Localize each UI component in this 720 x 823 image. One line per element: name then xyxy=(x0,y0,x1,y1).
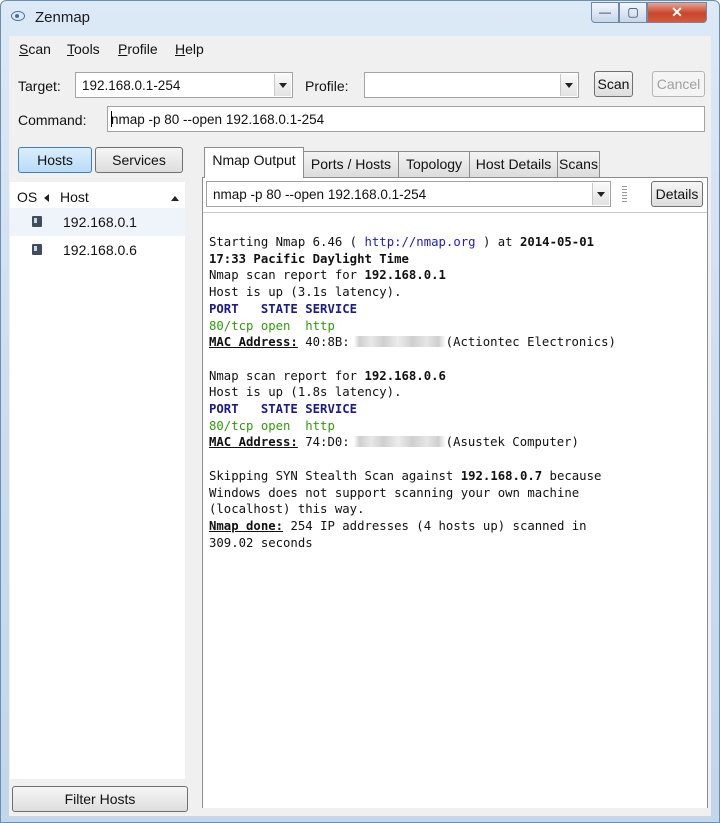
column-os[interactable]: OS xyxy=(17,189,37,205)
command-label: Command: xyxy=(18,112,87,128)
chevron-left-icon xyxy=(44,194,49,202)
eye-icon xyxy=(11,11,25,21)
tab-scans[interactable]: Scans xyxy=(557,151,600,177)
results-notebook: Nmap Output Ports / Hosts Topology Host … xyxy=(202,147,708,809)
host-list: OS Host 192.168.0.1 192.168.0.6 xyxy=(10,182,185,779)
services-toggle-button[interactable]: Services xyxy=(95,147,183,173)
tab-nmap-output[interactable]: Nmap Output xyxy=(204,147,304,178)
host-row[interactable]: 192.168.0.6 xyxy=(10,236,185,264)
scan-select[interactable]: nmap -p 80 --open 192.168.0.1-254 xyxy=(206,181,611,207)
cancel-button[interactable]: Cancel xyxy=(652,71,705,97)
grip-handle-icon[interactable] xyxy=(622,186,627,203)
title-bar[interactable]: Zenmap — ▢ ✕ xyxy=(1,1,719,35)
host-ip: 192.168.0.6 xyxy=(63,242,137,258)
close-button[interactable]: ✕ xyxy=(647,2,707,23)
tab-topology[interactable]: Topology xyxy=(398,151,470,177)
nmap-link[interactable]: http://nmap.org xyxy=(364,235,475,249)
host-list-header: OS Host xyxy=(10,186,185,208)
output-body: Starting Nmap 6.46 ( http://nmap.org ) a… xyxy=(209,235,616,550)
menu-tools[interactable]: Tools xyxy=(67,41,100,57)
menu-help[interactable]: Help xyxy=(175,41,204,57)
window-title: Zenmap xyxy=(35,9,91,26)
tab-ports-hosts[interactable]: Ports / Hosts xyxy=(303,151,399,177)
redacted-mac xyxy=(349,336,446,348)
maximize-button[interactable]: ▢ xyxy=(619,2,647,23)
client-area: Scan Tools Profile Help Target: 192.168.… xyxy=(9,36,711,816)
tab-host-details[interactable]: Host Details xyxy=(469,151,558,177)
column-host[interactable]: Host xyxy=(60,189,89,205)
host-ip: 192.168.0.1 xyxy=(63,214,137,230)
profile-label: Profile: xyxy=(305,78,349,94)
redacted-mac xyxy=(349,436,446,448)
os-windows-icon xyxy=(32,244,42,255)
text-cursor xyxy=(111,111,112,127)
hosts-toggle-button[interactable]: Hosts xyxy=(18,147,92,173)
chevron-down-icon[interactable] xyxy=(274,74,291,96)
sort-ascending-icon xyxy=(171,196,179,201)
nmap-output-page: nmap -p 80 --open 192.168.0.1-254 Detail… xyxy=(202,177,708,808)
menu-scan[interactable]: Scan xyxy=(19,41,51,57)
target-label: Target: xyxy=(18,78,61,94)
host-row[interactable]: 192.168.0.1 xyxy=(10,208,185,236)
minimize-button[interactable]: — xyxy=(591,2,619,23)
target-combo[interactable]: 192.168.0.1-254 xyxy=(75,72,293,98)
scan-select-value: nmap -p 80 --open 192.168.0.1-254 xyxy=(213,187,427,202)
menu-profile[interactable]: Profile xyxy=(118,41,158,57)
os-windows-icon xyxy=(32,216,42,227)
profile-combo[interactable] xyxy=(364,72,579,98)
menu-bar: Scan Tools Profile Help xyxy=(9,36,711,62)
chevron-down-icon[interactable] xyxy=(592,183,609,205)
command-input[interactable]: nmap -p 80 --open 192.168.0.1-254 xyxy=(107,106,705,132)
filter-hosts-button[interactable]: Filter Hosts xyxy=(12,786,188,812)
details-button[interactable]: Details xyxy=(651,181,703,207)
chevron-down-icon[interactable] xyxy=(560,74,577,96)
nmap-output-text[interactable]: Starting Nmap 6.46 ( http://nmap.org ) a… xyxy=(203,212,707,808)
target-value: 192.168.0.1-254 xyxy=(82,78,181,93)
zenmap-window: Zenmap — ▢ ✕ Scan Tools Profile Help Tar… xyxy=(0,0,720,823)
command-value: nmap -p 80 --open 192.168.0.1-254 xyxy=(111,112,325,127)
scan-button[interactable]: Scan xyxy=(594,71,633,97)
